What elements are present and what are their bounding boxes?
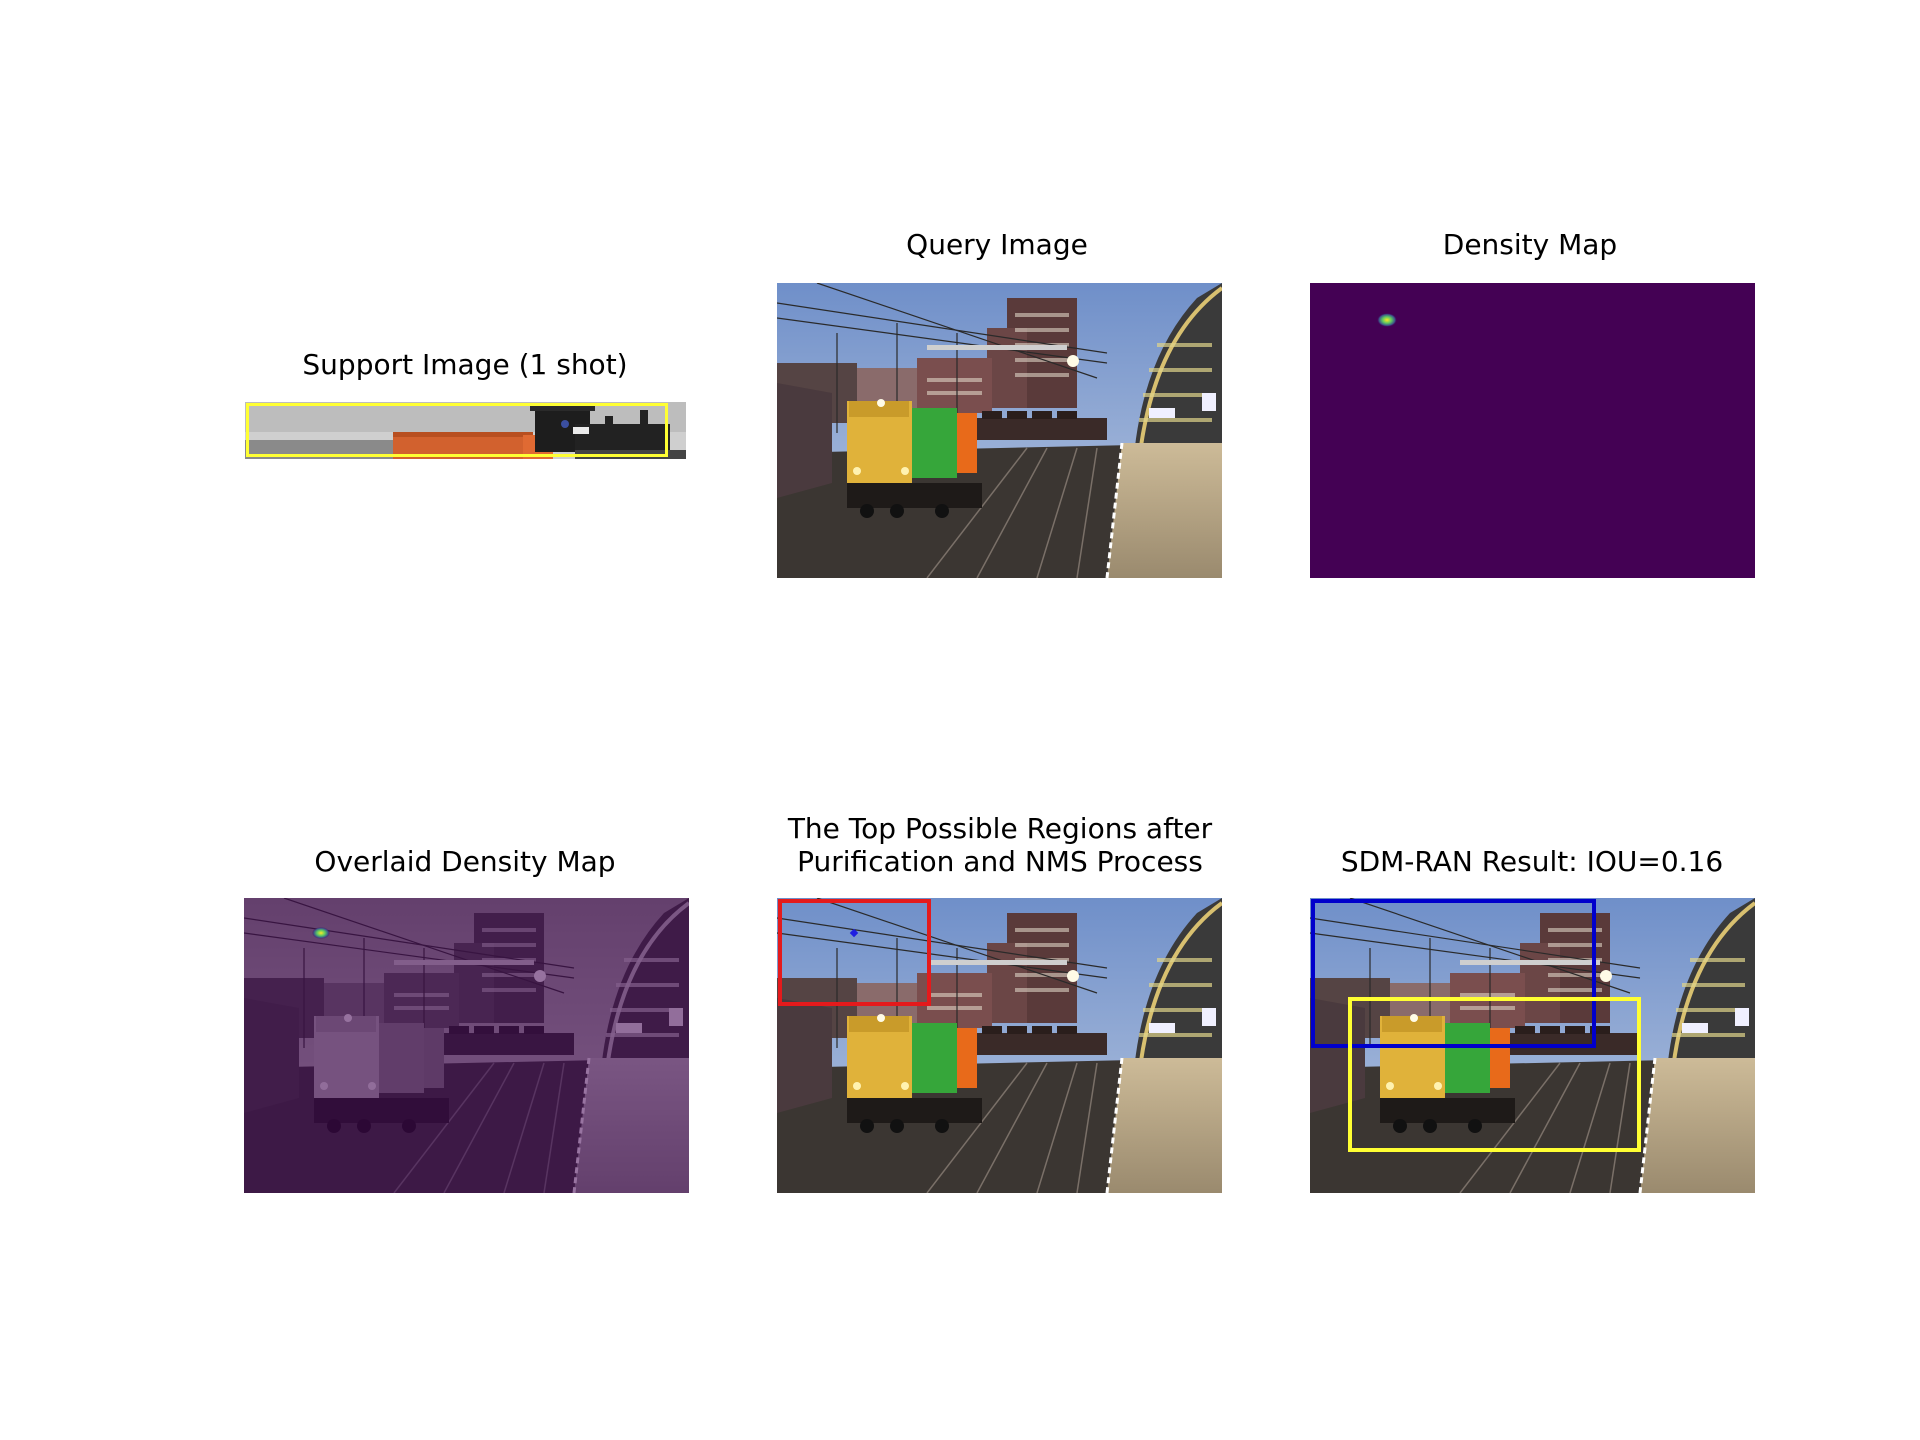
result-image	[1310, 898, 1755, 1193]
density-hotspot	[1377, 313, 1397, 327]
support-bounding-box	[246, 403, 668, 457]
top-region-box	[778, 899, 931, 1006]
support-image-title: Support Image (1 shot)	[302, 348, 628, 381]
regions-title-line2: Purification and NMS Process	[797, 845, 1203, 878]
regions-image	[777, 898, 1222, 1193]
query-image	[777, 283, 1222, 578]
query-image-title: Query Image	[906, 228, 1088, 261]
density-map	[1310, 283, 1755, 578]
overlaid-density-title: Overlaid Density Map	[314, 845, 616, 878]
regions-title-line1: The Top Possible Regions after	[787, 812, 1213, 845]
density-map-title: Density Map	[1442, 228, 1618, 261]
result-title: SDM-RAN Result: IOU=0.16	[1340, 845, 1724, 878]
support-image	[245, 402, 686, 459]
ground-truth-box	[1348, 997, 1641, 1152]
overlaid-density-map	[244, 898, 689, 1193]
